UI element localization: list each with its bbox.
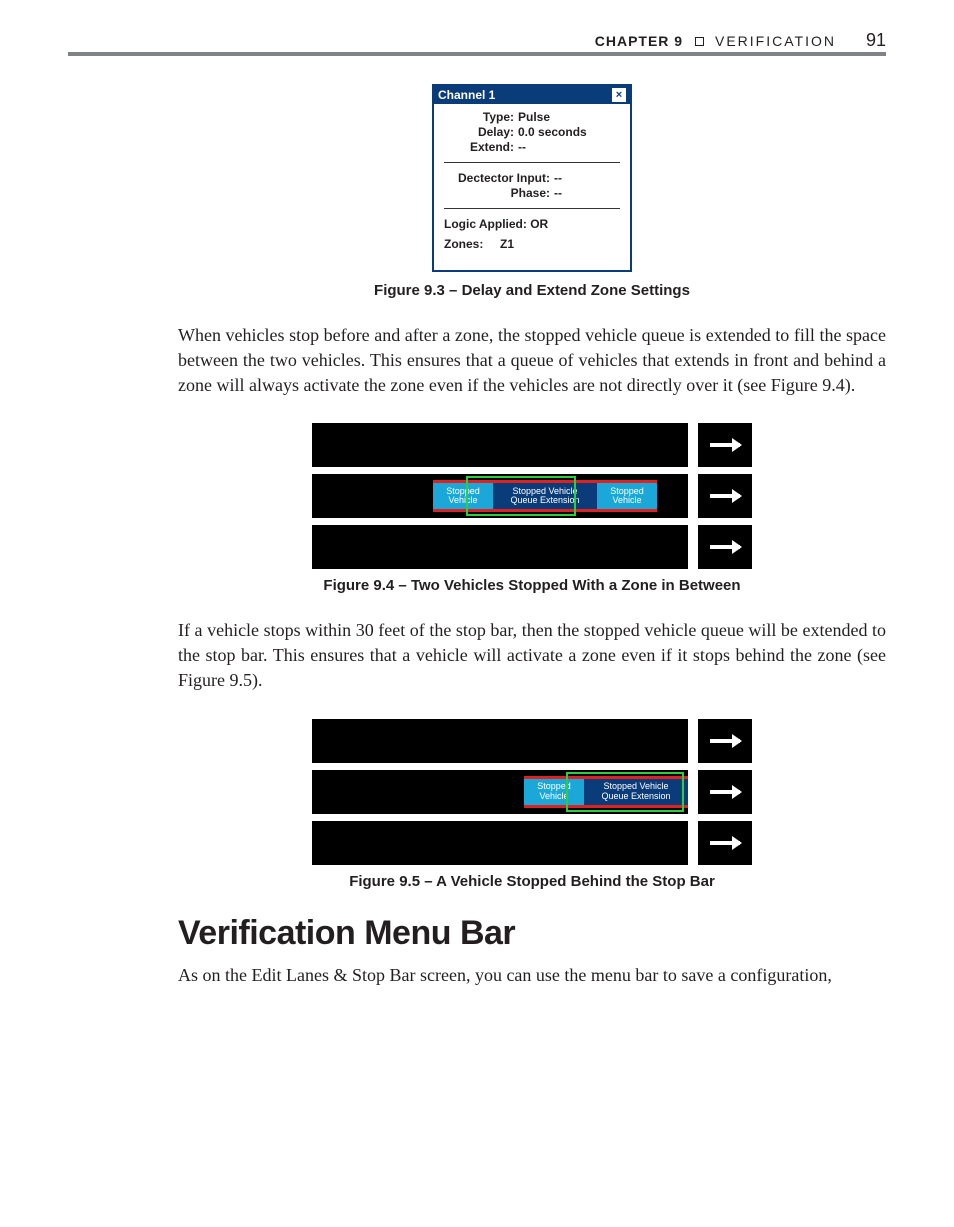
lane-arrow [698, 525, 752, 569]
phase-label: Phase: [444, 186, 554, 200]
type-value: Pulse [518, 110, 550, 124]
extend-label: Extend: [444, 140, 518, 154]
zones-label: Zones: [444, 237, 500, 251]
arrow-right-icon [710, 739, 740, 743]
figure-9-5: StoppedVehicle Stopped Vehicle Queue Ext… [312, 719, 752, 865]
lane-arrow [698, 821, 752, 865]
lane [312, 719, 688, 763]
section-name: VERIFICATION [715, 33, 836, 49]
figure-9-4-caption: Figure 9.4 – Two Vehicles Stopped With a… [178, 577, 886, 594]
lane [312, 821, 688, 865]
figure-9-4: StoppedVehicle Stopped Vehicle Queue Ext… [312, 423, 752, 569]
chapter-label: CHAPTER 9 [595, 33, 683, 49]
panel-divider [444, 162, 620, 163]
paragraph-1: When vehicles stop before and after a zo… [178, 323, 886, 397]
page-header: CHAPTER 9 VERIFICATION 91 [68, 30, 886, 51]
close-icon[interactable]: × [612, 88, 626, 102]
panel-title: Channel 1 [438, 88, 495, 102]
detector-value: -- [554, 171, 562, 185]
lane-arrow [698, 719, 752, 763]
header-rule [68, 52, 886, 56]
arrow-right-icon [710, 443, 740, 447]
stopped-vehicle-block: StoppedVehicle [597, 480, 657, 512]
lane [312, 423, 688, 467]
detector-label: Dectector Input: [444, 171, 554, 185]
lane: StoppedVehicle Stopped Vehicle Queue Ext… [312, 474, 688, 518]
paragraph-2: If a vehicle stops within 30 feet of the… [178, 618, 886, 692]
arrow-right-icon [710, 545, 740, 549]
lane-arrow [698, 770, 752, 814]
figure-9-3-caption: Figure 9.3 – Delay and Extend Zone Setti… [178, 282, 886, 299]
lane: StoppedVehicle Stopped Vehicle Queue Ext… [312, 770, 688, 814]
logic-applied: Logic Applied: OR [444, 217, 620, 231]
phase-value: -- [554, 186, 562, 200]
type-label: Type: [444, 110, 518, 124]
separator-square-icon [695, 37, 704, 46]
extend-value: -- [518, 140, 526, 154]
detection-zone [466, 476, 576, 516]
zones-value: Z1 [500, 237, 514, 251]
delay-label: Delay: [444, 125, 518, 139]
arrow-right-icon [710, 841, 740, 845]
section-heading: Verification Menu Bar [178, 914, 886, 953]
detection-zone [566, 772, 684, 812]
delay-value: 0.0 seconds [518, 125, 587, 139]
panel-divider [444, 208, 620, 209]
lane-arrow [698, 423, 752, 467]
arrow-right-icon [710, 790, 740, 794]
lane [312, 525, 688, 569]
lane-arrow [698, 474, 752, 518]
panel-body: Type:Pulse Delay:0.0 seconds Extend:-- D… [434, 104, 630, 270]
stopped-vehicle-label: StoppedVehicle [597, 487, 657, 507]
channel-settings-panel: Channel 1 × Type:Pulse Delay:0.0 seconds… [432, 84, 632, 272]
panel-titlebar: Channel 1 × [434, 86, 630, 104]
paragraph-3: As on the Edit Lanes & Stop Bar screen, … [178, 963, 886, 988]
page-number: 91 [866, 30, 886, 51]
arrow-right-icon [710, 494, 740, 498]
figure-9-5-caption: Figure 9.5 – A Vehicle Stopped Behind th… [178, 873, 886, 890]
